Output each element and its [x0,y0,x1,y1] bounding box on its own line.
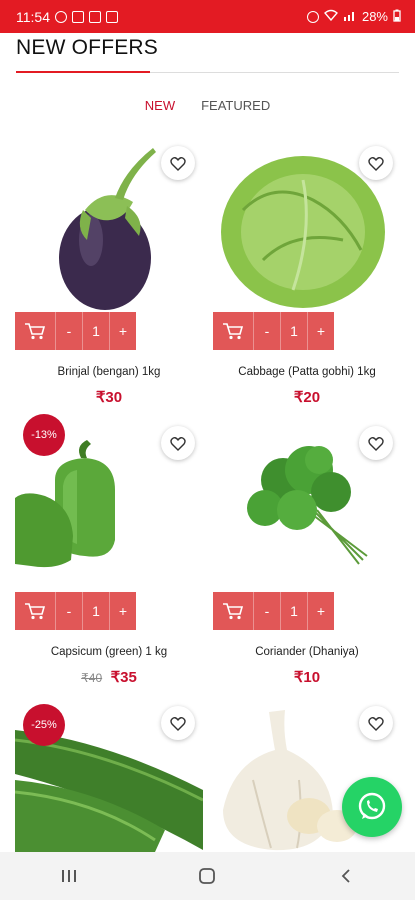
decrease-qty-button[interactable]: - [55,312,82,350]
cart-icon [223,323,244,340]
home-button[interactable] [177,856,237,896]
product-card[interactable]: - 1 + Cabbage (Patta gobhi) 1kg ₹20 [213,140,401,410]
price-row: ₹20 [213,388,401,407]
wishlist-button[interactable] [359,426,393,460]
quantity-value: 1 [280,592,307,630]
quantity-value: 1 [82,592,109,630]
wishlist-button[interactable] [161,426,195,460]
home-icon [199,868,216,884]
heart-icon [170,716,186,731]
heart-icon [368,716,384,731]
wishlist-button[interactable] [359,706,393,740]
product-card[interactable]: - 1 + Coriander (Dhaniya) ₹10 [213,420,401,690]
price-row: ₹10 [213,668,401,687]
clock: 11:54 [16,8,50,25]
heart-icon [368,156,384,171]
wifi-icon [323,9,338,24]
alarm-icon [306,10,319,23]
battery-level: 28% [361,9,388,24]
tab-bar: NEW FEATURED [0,96,415,115]
tab-new[interactable]: NEW [145,96,175,115]
product-name: Brinjal (bengan) 1kg [57,366,161,378]
add-to-cart-button[interactable] [213,592,253,630]
back-icon [341,869,350,883]
increase-qty-button[interactable]: + [307,592,334,630]
notification-icon [72,10,84,23]
whatsapp-notification-icon [55,10,67,23]
original-price: ₹40 [81,671,103,685]
gallery-icon [106,10,118,23]
cart-controls: - 1 + [15,312,136,350]
wishlist-button[interactable] [359,146,393,180]
page-title: NEW OFFERS [16,36,158,59]
discount-badge: -25% [23,704,65,746]
quantity-value: 1 [280,312,307,350]
cart-icon [25,323,46,340]
cart-controls: - 1 + [213,312,334,350]
cart-controls: - 1 + [15,592,136,630]
heart-icon [170,436,186,451]
decrease-qty-button[interactable]: - [55,592,82,630]
cart-controls: - 1 + [213,592,334,630]
section-header: NEW OFFERS [16,36,399,76]
product-price: ₹30 [95,389,123,406]
battery-icon [393,9,401,25]
quantity-value: 1 [82,312,109,350]
add-to-cart-button[interactable] [213,312,253,350]
price-row: ₹30 [15,388,203,407]
whatsapp-chat-button[interactable] [342,777,402,837]
folder-icon [89,10,101,23]
product-name: Capsicum (green) 1 kg [50,646,168,658]
signal-icon [343,9,357,24]
recent-apps-icon [62,870,77,882]
increase-qty-button[interactable]: + [109,592,136,630]
product-card[interactable]: -13% - 1 + Capsicum (green) 1 kg ₹40 ₹35 [15,414,203,690]
discount-badge: -13% [23,414,65,456]
heart-icon [170,156,186,171]
system-nav-bar [0,852,415,900]
product-price: ₹10 [293,669,321,686]
product-name: Cabbage (Patta gobhi) 1kg [238,366,376,378]
heart-icon [368,436,384,451]
back-button[interactable] [316,856,376,896]
increase-qty-button[interactable]: + [109,312,136,350]
product-price: ₹20 [293,389,321,406]
decrease-qty-button[interactable]: - [253,312,280,350]
title-underline [16,71,150,73]
product-card[interactable]: -25% [15,700,203,852]
recent-apps-button[interactable] [39,856,99,896]
increase-qty-button[interactable]: + [307,312,334,350]
cart-icon [223,603,244,620]
tab-featured[interactable]: FEATURED [201,96,270,115]
product-card[interactable]: - 1 + Brinjal (bengan) 1kg ₹30 [15,140,203,410]
price-row: ₹40 ₹35 [15,668,203,687]
product-name: Coriander (Dhaniya) [255,646,359,658]
decrease-qty-button[interactable]: - [253,592,280,630]
product-price: ₹35 [110,669,137,686]
add-to-cart-button[interactable] [15,592,55,630]
whatsapp-icon [358,792,386,820]
cart-icon [25,603,46,620]
wishlist-button[interactable] [161,706,195,740]
status-bar: 11:54 28% [0,0,415,33]
wishlist-button[interactable] [161,146,195,180]
add-to-cart-button[interactable] [15,312,55,350]
